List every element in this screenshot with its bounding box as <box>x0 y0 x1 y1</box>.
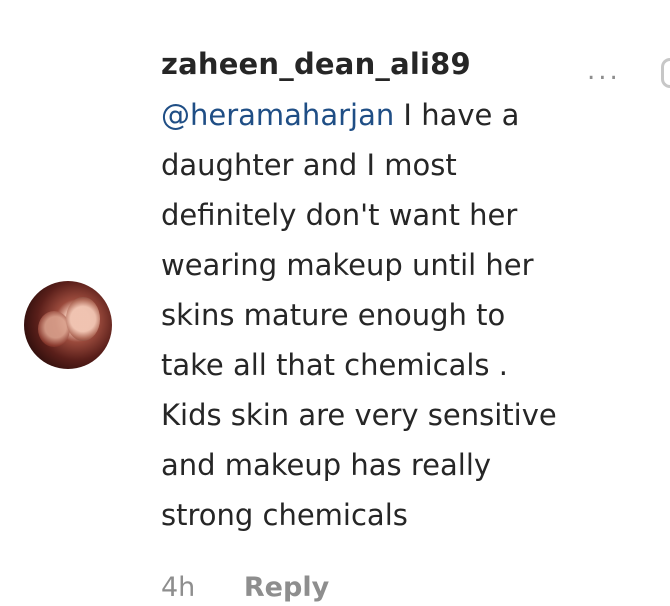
comment-line: Kids skin are very sensitive <box>161 398 557 432</box>
avatar[interactable] <box>24 281 112 369</box>
comment: zaheen_dean_ali89 ... @heramaharjan I ha… <box>0 0 670 606</box>
reply-button[interactable]: Reply <box>244 572 329 603</box>
comment-line: strong chemicals <box>161 498 408 532</box>
comment-line-text: I have a <box>394 98 520 132</box>
comment-line: wearing makeup until her <box>161 248 534 282</box>
clipped-edge-icon <box>661 58 670 88</box>
more-options-icon[interactable]: ... <box>587 56 621 86</box>
comment-body: @heramaharjan I have a daughter and I mo… <box>161 90 611 540</box>
comment-line: and makeup has really <box>161 448 492 482</box>
mention-link[interactable]: @heramaharjan <box>161 98 394 132</box>
comment-line: daughter and I most <box>161 148 457 182</box>
comment-line: take all that chemicals . <box>161 348 508 382</box>
comment-line: skins mature enough to <box>161 298 506 332</box>
comment-line: @heramaharjan I have a <box>161 90 611 140</box>
comment-line: definitely don't want her <box>161 198 518 232</box>
comment-meta: 4h Reply <box>161 570 329 606</box>
comment-timestamp: 4h <box>161 572 196 603</box>
avatar-face-primary <box>66 297 100 341</box>
comment-username[interactable]: zaheen_dean_ali89 <box>161 44 471 84</box>
